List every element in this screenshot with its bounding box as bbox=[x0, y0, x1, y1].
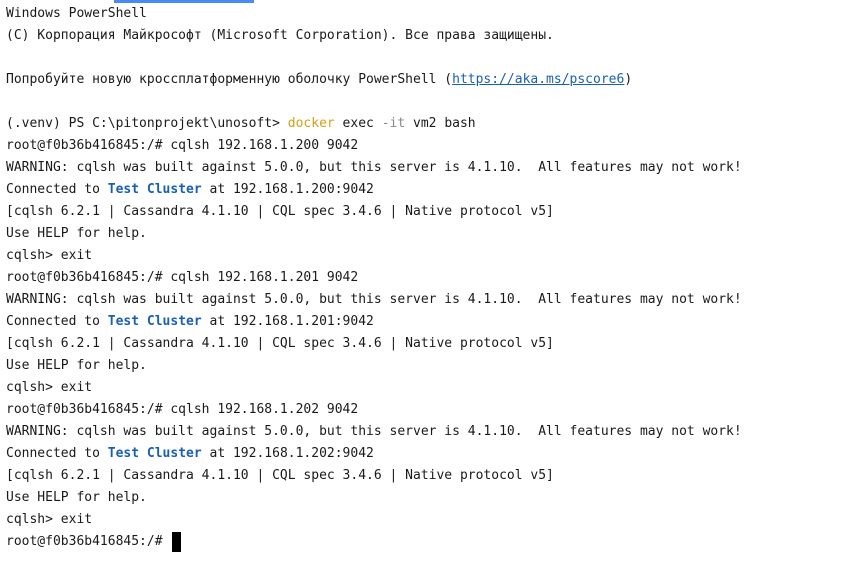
connected-line: Connected to Test Cluster at 192.168.1.2… bbox=[6, 179, 844, 201]
cluster-name: Test Cluster bbox=[107, 314, 202, 329]
connected-prefix: Connected to bbox=[6, 314, 108, 329]
pscore-link[interactable]: https://aka.ms/pscore6 bbox=[452, 72, 624, 87]
docker-command-line: (.venv) PS C:\pitonprojekt\unosoft> dock… bbox=[6, 113, 844, 135]
final-prompt: root@f0b36b416845:/# bbox=[6, 534, 171, 549]
it-flag: -it bbox=[381, 116, 406, 131]
warning-line: WARNING: cqlsh was built against 5.0.0, … bbox=[6, 424, 742, 439]
connected-line: Connected to Test Cluster at 192.168.1.2… bbox=[6, 311, 844, 333]
connected-prefix: Connected to bbox=[6, 446, 108, 461]
header-line: Windows PowerShell bbox=[6, 6, 147, 21]
container-args: vm2 bash bbox=[405, 116, 476, 131]
exec-arg: exec bbox=[334, 116, 382, 131]
connected-line: Connected to Test Cluster at 192.168.1.2… bbox=[6, 443, 844, 465]
promo-prefix: Попробуйте новую кроссплатформенную обол… bbox=[6, 72, 453, 87]
help-line: Use HELP for help. bbox=[6, 226, 147, 241]
cluster-name: Test Cluster bbox=[107, 182, 202, 197]
text-cursor bbox=[172, 531, 182, 552]
connected-prefix: Connected to bbox=[6, 182, 108, 197]
ps-prompt: (.venv) PS C:\pitonprojekt\unosoft> bbox=[6, 116, 288, 131]
promo-line: Попробуйте новую кроссплатформенную обол… bbox=[6, 69, 844, 91]
exit-line: cqlsh> exit bbox=[6, 380, 93, 395]
connected-suffix: at 192.168.1.202:9042 bbox=[201, 446, 374, 461]
promo-suffix: ) bbox=[624, 72, 633, 87]
connected-suffix: at 192.168.1.201:9042 bbox=[201, 314, 374, 329]
warning-line: WARNING: cqlsh was built against 5.0.0, … bbox=[6, 160, 742, 175]
help-line: Use HELP for help. bbox=[6, 358, 147, 373]
cluster-name: Test Cluster bbox=[107, 446, 202, 461]
docker-command: docker bbox=[287, 116, 335, 131]
terminal-output[interactable]: Windows PowerShell (C) Корпорация Майкро… bbox=[6, 3, 844, 553]
version-line: [cqlsh 6.2.1 | Cassandra 4.1.10 | CQL sp… bbox=[6, 336, 554, 351]
final-prompt-line[interactable]: root@f0b36b416845:/# bbox=[6, 531, 844, 553]
exit-line: cqlsh> exit bbox=[6, 512, 93, 527]
cqlsh-command-line: root@f0b36b416845:/# cqlsh 192.168.1.200… bbox=[6, 138, 359, 153]
cqlsh-command-line: root@f0b36b416845:/# cqlsh 192.168.1.201… bbox=[6, 270, 359, 285]
help-line: Use HELP for help. bbox=[6, 490, 147, 505]
copyright-line: (C) Корпорация Майкрософт (Microsoft Cor… bbox=[6, 28, 554, 43]
version-line: [cqlsh 6.2.1 | Cassandra 4.1.10 | CQL sp… bbox=[6, 468, 554, 483]
cqlsh-command-line: root@f0b36b416845:/# cqlsh 192.168.1.202… bbox=[6, 402, 359, 417]
connected-suffix: at 192.168.1.200:9042 bbox=[201, 182, 374, 197]
warning-line: WARNING: cqlsh was built against 5.0.0, … bbox=[6, 292, 742, 307]
exit-line: cqlsh> exit bbox=[6, 248, 93, 263]
version-line: [cqlsh 6.2.1 | Cassandra 4.1.10 | CQL sp… bbox=[6, 204, 554, 219]
